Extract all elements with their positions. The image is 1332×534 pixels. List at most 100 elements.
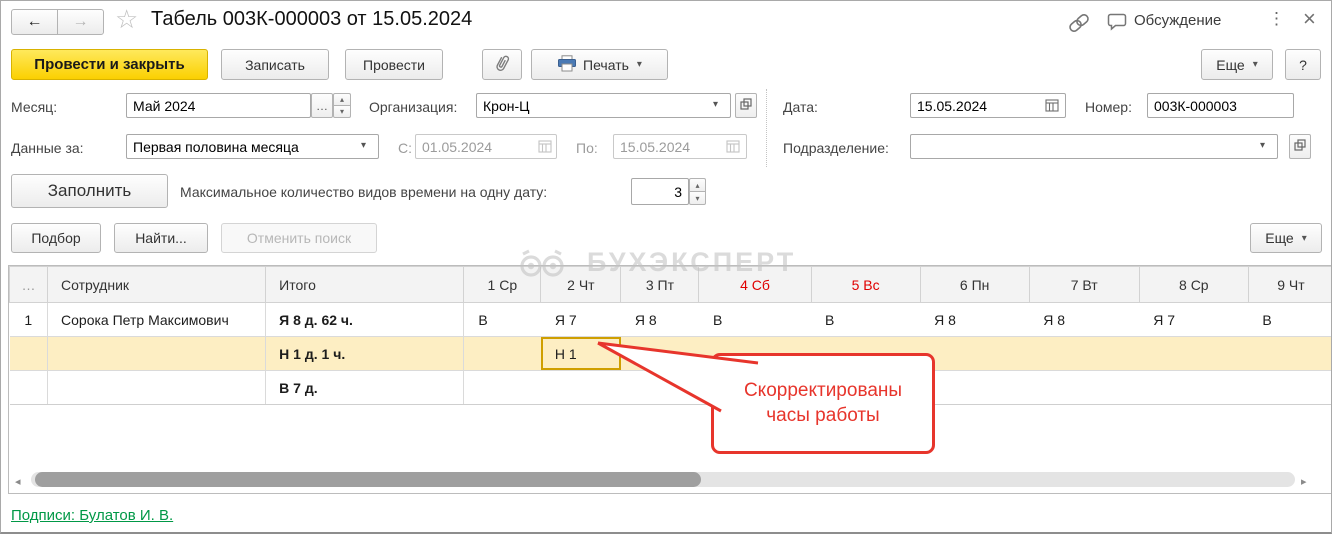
column-header-day[interactable]: 3 Пт <box>620 266 700 303</box>
window-menu-dots-icon[interactable]: ⋮ <box>1268 9 1285 29</box>
day-cell[interactable] <box>620 336 699 371</box>
day-cell[interactable]: Я 7 <box>540 302 621 337</box>
day-cell[interactable]: Я 7 <box>1139 302 1249 337</box>
horizontal-scrollbar-thumb[interactable] <box>35 472 701 487</box>
column-header-day-weekend[interactable]: 4 Сб <box>698 266 812 303</box>
discussion-bubble-icon[interactable] <box>1107 12 1129 37</box>
spin-down-icon[interactable]: ▾ <box>333 105 351 118</box>
total-cell[interactable]: Н 1 д. 1 ч. <box>265 336 465 371</box>
chevron-down-icon: ▾ <box>1301 232 1307 244</box>
period-from-label: С: <box>398 140 412 156</box>
department-open-button[interactable] <box>1289 134 1311 159</box>
column-header-day[interactable]: 7 Вт <box>1028 266 1140 303</box>
column-header-day[interactable]: 1 Ср <box>463 266 542 303</box>
table-row-highlighted[interactable]: Н 1 д. 1 ч. Н 1 <box>9 336 1331 371</box>
data-for-label: Данные за: <box>11 140 84 156</box>
organization-input[interactable] <box>476 93 731 118</box>
save-button[interactable]: Записать <box>221 49 329 80</box>
employee-cell[interactable]: Сорока Петр Максимович <box>47 302 267 337</box>
table-row[interactable]: В 7 д. <box>9 370 1331 405</box>
discussion-label[interactable]: Обсуждение <box>1134 12 1221 29</box>
organization-open-button[interactable] <box>735 93 757 118</box>
more-button-top[interactable]: Еще ▾ <box>1201 49 1273 80</box>
column-header-day[interactable]: 6 Пн <box>919 266 1030 303</box>
column-header-total[interactable]: Итого <box>265 266 465 303</box>
day-cell[interactable]: Я 8 <box>920 302 1030 337</box>
scroll-right-arrow-icon[interactable]: ▸ <box>1301 475 1307 488</box>
fill-button[interactable]: Заполнить <box>11 174 168 208</box>
spin-up-icon[interactable]: ▴ <box>689 178 706 191</box>
day-cell[interactable] <box>1029 336 1140 371</box>
find-button[interactable]: Найти... <box>114 223 208 253</box>
copy-link-icon[interactable] <box>1067 13 1091 38</box>
column-header-day[interactable]: 8 Ср <box>1138 266 1249 303</box>
day-cell[interactable] <box>1248 336 1331 371</box>
print-button[interactable]: Печать ▾ <box>531 49 668 80</box>
post-button[interactable]: Провести <box>345 49 443 80</box>
day-cell[interactable] <box>920 370 1030 405</box>
day-cell-selected[interactable]: Н 1 <box>540 336 621 371</box>
day-cell[interactable] <box>1029 370 1140 405</box>
day-cell[interactable] <box>463 370 541 405</box>
scroll-left-arrow-icon[interactable]: ◂ <box>15 475 21 488</box>
forward-button[interactable]: → <box>57 9 104 35</box>
data-for-select[interactable] <box>126 134 379 159</box>
timesheet-grid-container: … Сотрудник Итого 1 Ср 2 Чт 3 Пт 4 Сб 5 … <box>8 265 1331 494</box>
day-cell[interactable]: Я 8 <box>620 302 699 337</box>
column-header-number[interactable]: … <box>8 266 49 303</box>
table-header-row: … Сотрудник Итого 1 Ср 2 Чт 3 Пт 4 Сб 5 … <box>8 266 1331 303</box>
max-time-types-input[interactable] <box>631 178 689 205</box>
max-time-types-spinner[interactable]: ▴ ▾ <box>689 178 706 205</box>
period-to-label: По: <box>576 140 598 156</box>
number-label: Номер: <box>1085 99 1132 115</box>
table-row[interactable]: 1 Сорока Петр Максимович Я 8 д. 62 ч. В … <box>9 302 1331 337</box>
day-cell[interactable] <box>920 336 1030 371</box>
total-cell[interactable]: Я 8 д. 62 ч. <box>265 302 465 337</box>
close-icon[interactable]: × <box>1303 6 1316 32</box>
day-cell[interactable] <box>540 370 621 405</box>
column-header-day[interactable]: 2 Чт <box>540 266 622 303</box>
pick-button[interactable]: Подбор <box>11 223 101 253</box>
day-cell[interactable] <box>1139 336 1249 371</box>
day-cell[interactable]: В <box>1248 302 1331 337</box>
back-button[interactable]: ← <box>11 9 58 35</box>
attachments-button[interactable] <box>482 49 522 80</box>
more-button-table[interactable]: Еще ▾ <box>1250 223 1322 253</box>
day-cell[interactable] <box>620 370 699 405</box>
signatures-link[interactable]: Подписи: Булатов И. В. <box>11 507 173 524</box>
more-label: Еще <box>1216 56 1245 73</box>
chevron-down-icon: ▾ <box>636 59 642 70</box>
post-and-close-button[interactable]: Провести и закрыть <box>11 49 208 80</box>
paperclip-icon <box>494 53 510 76</box>
printer-icon <box>557 54 577 75</box>
day-cell[interactable] <box>1248 370 1331 405</box>
day-cell[interactable]: Я 8 <box>1029 302 1140 337</box>
organization-label: Организация: <box>369 99 458 115</box>
total-cell[interactable]: В 7 д. <box>265 370 465 405</box>
day-cell[interactable]: В <box>698 302 812 337</box>
row-number-cell <box>9 336 49 371</box>
period-from-input <box>415 134 557 159</box>
day-cell[interactable] <box>1139 370 1249 405</box>
favorite-star-icon[interactable]: ☆ <box>115 4 138 35</box>
column-header-day[interactable]: 9 Чт <box>1247 266 1331 303</box>
spin-up-icon[interactable]: ▴ <box>333 93 351 105</box>
column-header-day-weekend[interactable]: 5 Вс <box>810 266 921 303</box>
cancel-search-button: Отменить поиск <box>221 223 377 253</box>
open-form-icon <box>1294 139 1306 154</box>
department-input[interactable] <box>910 134 1278 159</box>
month-ellipsis-button[interactable]: … <box>311 93 333 118</box>
date-input[interactable] <box>910 93 1066 118</box>
column-header-employee[interactable]: Сотрудник <box>47 266 267 303</box>
page-title: Табель 003К-000003 от 15.05.2024 <box>151 8 473 30</box>
number-input[interactable] <box>1147 93 1294 118</box>
day-cell[interactable]: В <box>463 302 541 337</box>
day-cell[interactable]: В <box>811 302 921 337</box>
employee-cell[interactable] <box>47 336 267 371</box>
help-button[interactable]: ? <box>1285 49 1321 80</box>
employee-cell[interactable] <box>47 370 267 405</box>
spin-down-icon[interactable]: ▾ <box>689 191 706 205</box>
day-cell[interactable] <box>463 336 541 371</box>
month-spinner[interactable]: ▴ ▾ <box>333 93 351 118</box>
month-input[interactable] <box>126 93 311 118</box>
